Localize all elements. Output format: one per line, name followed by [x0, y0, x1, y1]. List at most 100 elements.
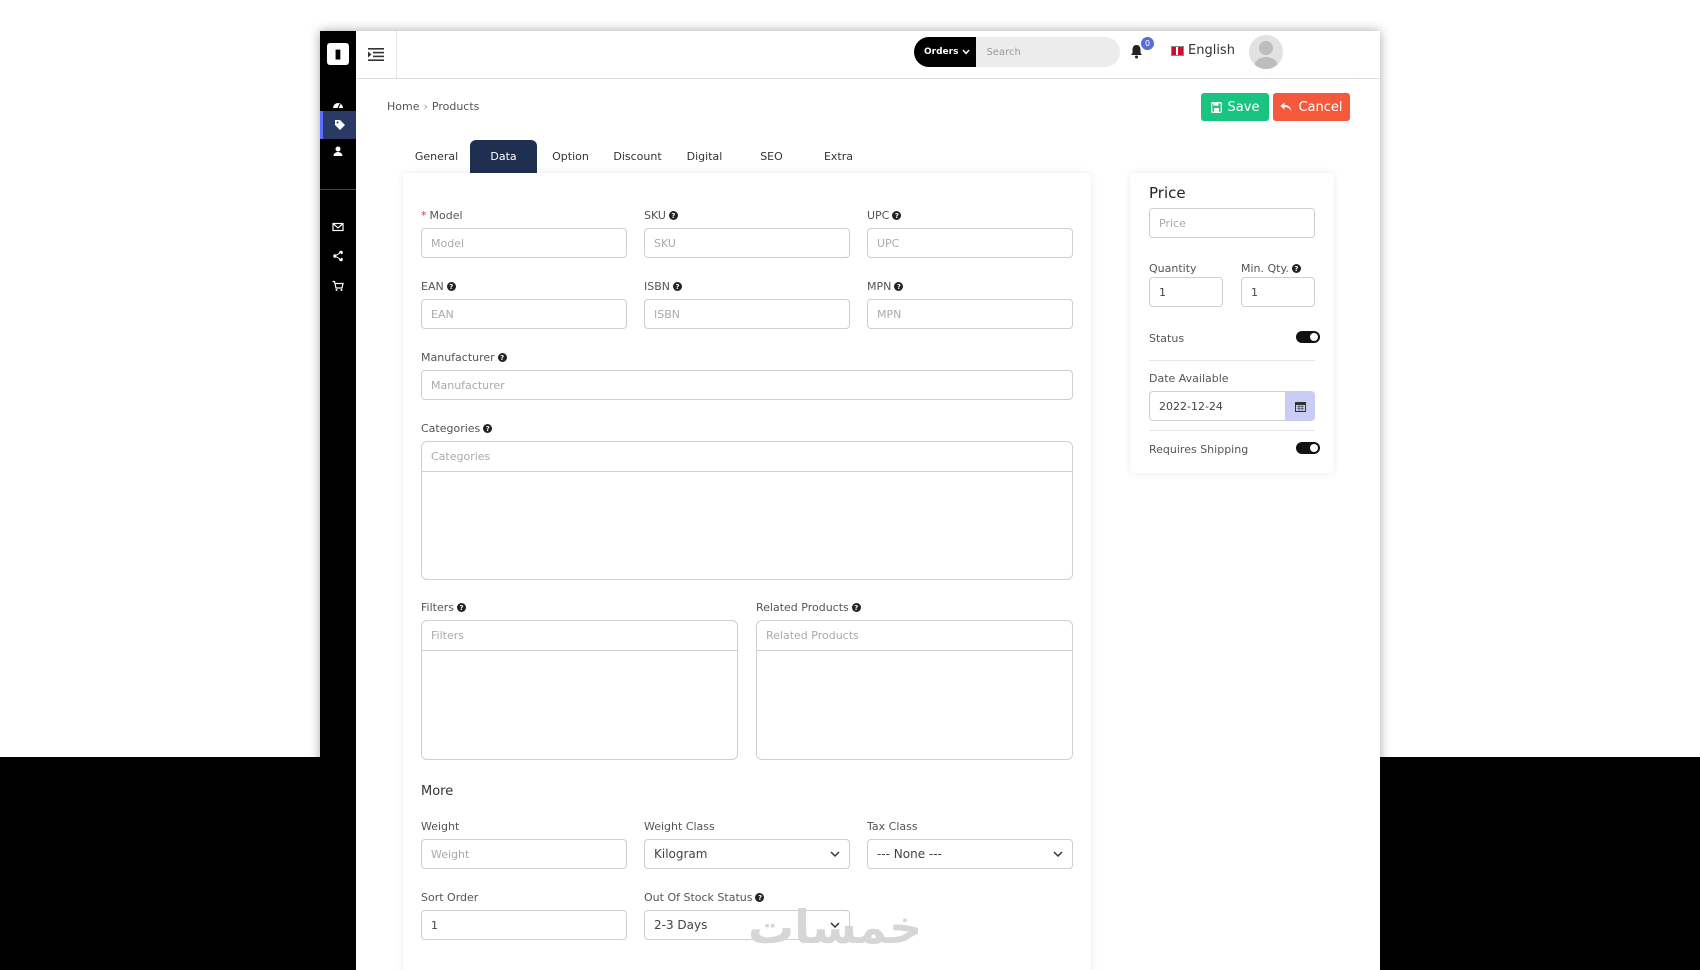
help-icon[interactable]: ?: [892, 211, 902, 220]
language-label: English: [1188, 43, 1235, 58]
isbn-label-text: ISBN: [644, 280, 671, 293]
price-input[interactable]: [1149, 208, 1315, 238]
sku-input[interactable]: [644, 228, 850, 258]
tab-option[interactable]: Option: [537, 140, 604, 173]
tax-class-select[interactable]: --- None ---: [867, 839, 1073, 869]
cart-icon[interactable]: [320, 272, 356, 300]
stock-status-label-text: Out Of Stock Status: [644, 891, 753, 904]
manufacturer-label-text: Manufacturer: [421, 351, 495, 364]
menu-toggle-icon[interactable]: [356, 31, 397, 78]
breadcrumb-home[interactable]: Home: [387, 100, 419, 113]
date-available-input[interactable]: [1149, 391, 1286, 421]
help-icon[interactable]: ?: [851, 603, 861, 612]
divider: [1149, 430, 1315, 431]
weight-input[interactable]: [421, 839, 627, 869]
tab-data[interactable]: Data: [470, 140, 537, 173]
model-label-text: Model: [429, 209, 463, 222]
model-label: * Model: [421, 209, 463, 222]
price-card-title: Price: [1149, 184, 1186, 202]
model-input[interactable]: [421, 228, 627, 258]
user-icon[interactable]: [320, 137, 356, 165]
requires-shipping-toggle[interactable]: [1296, 442, 1320, 454]
breadcrumb-current[interactable]: Products: [432, 100, 480, 113]
chevron-down-icon: [1053, 850, 1063, 857]
filters-input[interactable]: Filters: [422, 621, 737, 651]
sku-label-text: SKU: [644, 209, 666, 222]
help-icon[interactable]: ?: [456, 603, 466, 612]
calendar-icon[interactable]: [1285, 391, 1315, 421]
avatar[interactable]: [1249, 35, 1283, 69]
sidebar: ▮: [320, 31, 356, 970]
topbar: Orders 0 English: [356, 31, 1380, 79]
help-icon[interactable]: ?: [894, 282, 904, 291]
cancel-label: Cancel: [1298, 99, 1343, 115]
sku-label: SKU?: [644, 209, 678, 222]
tab-extra[interactable]: Extra: [805, 140, 872, 173]
categories-label-text: Categories: [421, 422, 481, 435]
search-scope-select[interactable]: Orders: [914, 37, 977, 67]
save-button[interactable]: Save: [1201, 93, 1269, 121]
share-icon[interactable]: [320, 242, 356, 270]
help-icon[interactable]: ?: [483, 424, 493, 433]
tag-icon[interactable]: [320, 111, 356, 139]
weight-class-value: Kilogram: [654, 847, 708, 861]
weight-class-label: Weight Class: [644, 820, 715, 833]
watermark-logo: خمسات: [748, 900, 923, 954]
tab-digital[interactable]: Digital: [671, 140, 738, 173]
weight-class-select[interactable]: Kilogram: [644, 839, 850, 869]
app-window: ▮ Orders Search 0 English Home › Product…: [320, 31, 1380, 970]
quantity-label: Quantity: [1149, 262, 1197, 275]
filters-box[interactable]: Filters: [421, 620, 738, 760]
min-qty-input[interactable]: [1241, 277, 1315, 307]
stock-status-value: 2-3 Days: [654, 918, 708, 932]
categories-input[interactable]: Categories: [422, 442, 1072, 472]
help-icon[interactable]: ?: [668, 211, 678, 220]
price-card: Price Quantity Min. Qty.? Status Date Av…: [1130, 173, 1334, 473]
related-products-input[interactable]: Related Products: [757, 621, 1072, 651]
language-selector[interactable]: English: [1171, 43, 1235, 58]
help-icon[interactable]: ?: [497, 353, 507, 362]
chevron-down-icon: [962, 49, 971, 55]
ean-input[interactable]: [421, 299, 627, 329]
ean-label: EAN?: [421, 280, 456, 293]
mpn-input[interactable]: [867, 299, 1073, 329]
search-group: Orders: [914, 37, 1121, 67]
breadcrumb: Home › Products: [387, 100, 479, 113]
stock-status-label: Out Of Stock Status?: [644, 891, 765, 904]
sort-order-input[interactable]: [421, 910, 627, 940]
tab-general[interactable]: General: [403, 140, 470, 173]
upc-label: UPC?: [867, 209, 902, 222]
cancel-button[interactable]: Cancel: [1273, 93, 1350, 121]
mpn-label-text: MPN: [867, 280, 892, 293]
tax-class-value: --- None ---: [877, 847, 942, 861]
help-icon[interactable]: ?: [446, 282, 456, 291]
mpn-label: MPN?: [867, 280, 904, 293]
manufacturer-input[interactable]: [421, 370, 1073, 400]
search-input[interactable]: [976, 37, 1121, 67]
min-qty-label-text: Min. Qty.: [1241, 262, 1289, 275]
upc-label-text: UPC: [867, 209, 890, 222]
mail-icon[interactable]: [320, 213, 356, 241]
divider: [1149, 360, 1315, 361]
reply-icon: [1280, 102, 1292, 112]
upc-input[interactable]: [867, 228, 1073, 258]
categories-box[interactable]: Categories: [421, 441, 1073, 580]
help-icon[interactable]: ?: [673, 282, 683, 291]
required-mark: *: [421, 209, 427, 222]
search-scope-label: Orders: [924, 47, 959, 57]
save-label: Save: [1227, 99, 1260, 115]
tab-discount[interactable]: Discount: [604, 140, 671, 173]
status-toggle[interactable]: [1296, 331, 1320, 343]
isbn-input[interactable]: [644, 299, 850, 329]
tab-seo[interactable]: SEO: [738, 140, 805, 173]
help-icon[interactable]: ?: [1291, 264, 1301, 273]
sidebar-divider: [320, 189, 356, 190]
notification-badge: 0: [1141, 37, 1154, 50]
min-qty-label: Min. Qty.?: [1241, 262, 1301, 275]
date-available-label: Date Available: [1149, 372, 1229, 385]
quantity-input[interactable]: [1149, 277, 1223, 307]
weight-label: Weight: [421, 820, 460, 833]
related-products-box[interactable]: Related Products: [756, 620, 1073, 760]
logo-icon[interactable]: ▮: [327, 43, 349, 65]
related-products-label-text: Related Products: [756, 601, 849, 614]
